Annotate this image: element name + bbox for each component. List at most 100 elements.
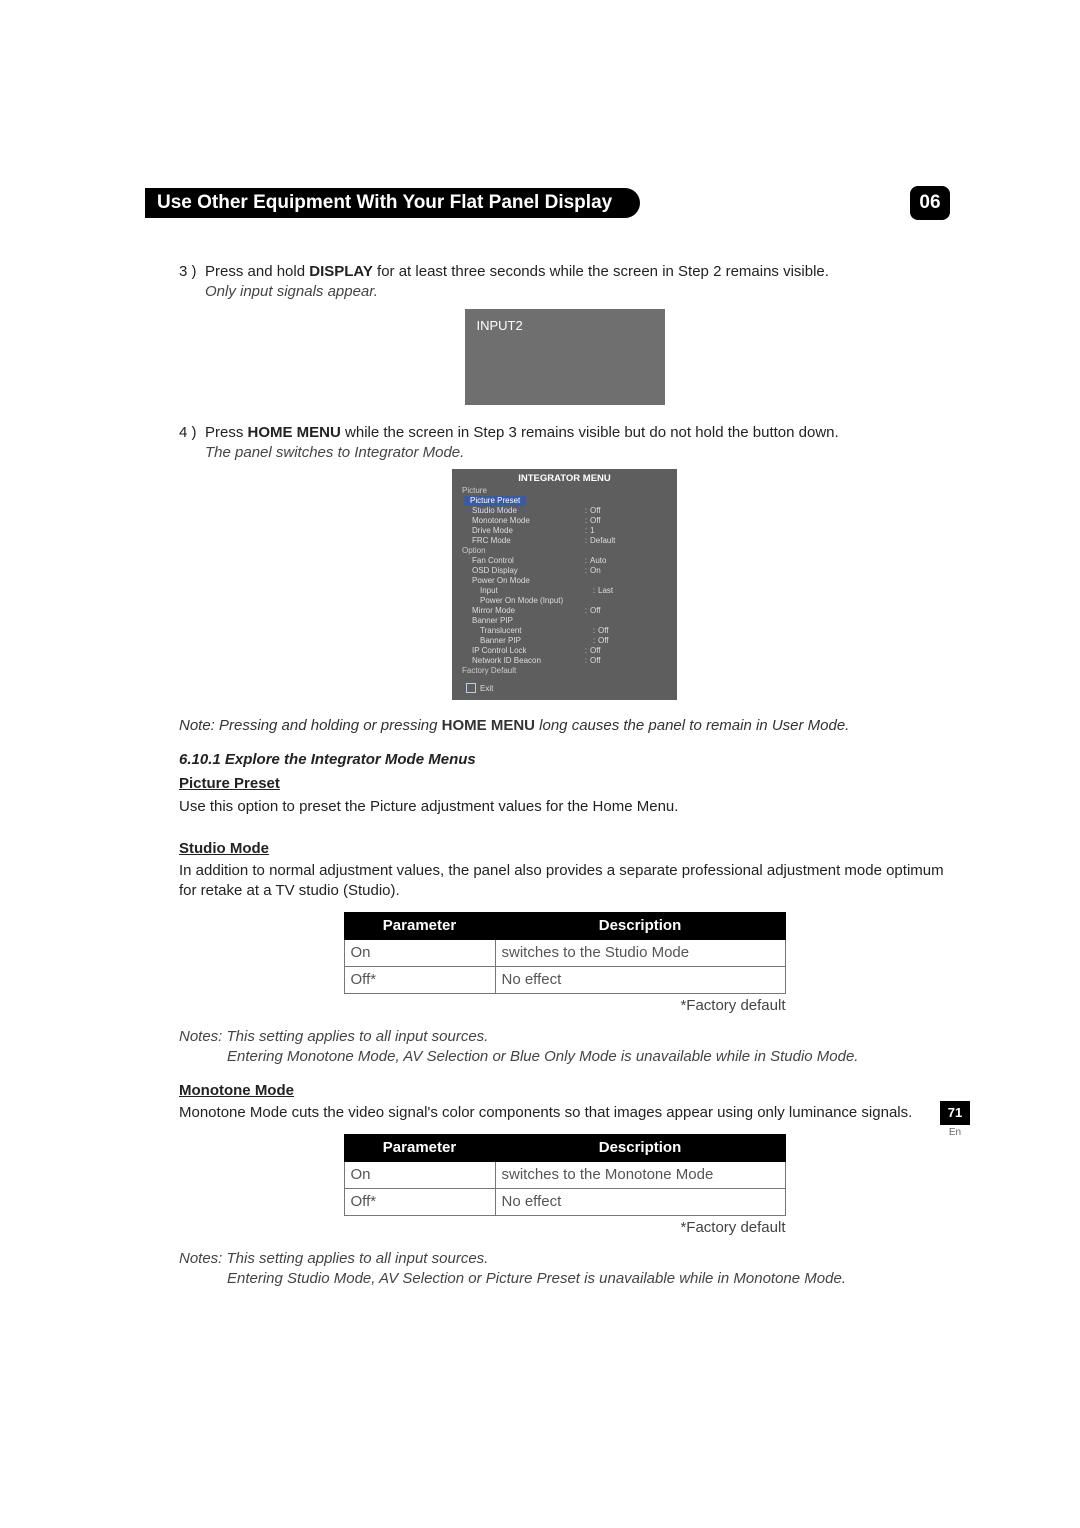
cell-description: No effect [495, 1189, 785, 1216]
section-heading: 6.10.1 Explore the Integrator Mode Menus [179, 750, 950, 770]
menu-row-key: Drive Mode [472, 526, 582, 536]
factory-default-note: *Factory default [344, 996, 786, 1016]
cell-parameter: Off* [344, 1189, 495, 1216]
chapter-header: Use Other Equipment With Your Flat Panel… [145, 188, 950, 218]
cell-description: switches to the Monotone Mode [495, 1161, 785, 1188]
menu-row-colon [582, 576, 590, 586]
menu-row-value: Last [598, 586, 677, 596]
step-text-post: while the screen in Step 3 remains visib… [341, 424, 839, 441]
table-row: Off*No effect [344, 967, 785, 994]
menu-row-value: Off [590, 656, 677, 666]
menu-row-colon: : [590, 626, 598, 636]
col-parameter: Parameter [344, 1134, 495, 1161]
integrator-note: Note: Pressing and holding or pressing H… [179, 716, 950, 736]
menu-row-key: Translucent [480, 626, 590, 636]
page-number: 71 [940, 1101, 970, 1125]
menu-highlight: Picture Preset [464, 496, 526, 506]
menu-row-key: Banner PIP [472, 616, 582, 626]
menu-row: Mirror Mode:Off [452, 606, 677, 616]
menu-group-option: Option [452, 546, 677, 556]
menu-row-value: Off [590, 516, 677, 526]
step-3-italic: Only input signals appear. [205, 282, 950, 302]
menu-row-value [590, 576, 677, 586]
menu-row-value: Off [598, 636, 677, 646]
menu-group-picture: Picture [452, 486, 677, 496]
menu-row-key: Power On Mode (Input) [480, 596, 590, 606]
menu-row-key: Power On Mode [472, 576, 582, 586]
home-menu-key: HOME MENU [248, 424, 341, 441]
step-3: 3 )Press and hold DISPLAY for at least t… [179, 262, 950, 303]
notes-line-2: Entering Monotone Mode, AV Selection or … [227, 1047, 950, 1067]
menu-row-value: 1 [590, 526, 677, 536]
step-number: 4 ) [179, 423, 205, 443]
menu-row-colon [582, 616, 590, 626]
menu-exit: Exit [452, 676, 677, 694]
studio-mode-notes: Notes: This setting applies to all input… [179, 1027, 950, 1068]
menu-row-colon: : [582, 536, 590, 546]
menu-row-colon: : [582, 646, 590, 656]
step-text-pre: Press and hold [205, 263, 309, 280]
col-description: Description [495, 912, 785, 939]
osd-input-label: INPUT2 [477, 318, 523, 333]
col-description: Description [495, 1134, 785, 1161]
chapter-number-badge: 06 [910, 186, 950, 220]
table-row: Onswitches to the Studio Mode [344, 939, 785, 966]
menu-row-value: Off [598, 626, 677, 636]
menu-row-key: Network ID Beacon [472, 656, 582, 666]
step-4: 4 )Press HOME MENU while the screen in S… [179, 423, 950, 464]
menu-row-value: Off [590, 646, 677, 656]
integrator-menu-title: INTEGRATOR MENU [452, 469, 677, 486]
studio-mode-title: Studio Mode [179, 839, 950, 859]
notes-line-2: Entering Studio Mode, AV Selection or Pi… [227, 1269, 950, 1289]
menu-row-key: Monotone Mode [472, 516, 582, 526]
exit-icon [466, 683, 476, 693]
table-row: Onswitches to the Monotone Mode [344, 1161, 785, 1188]
menu-row-key: Banner PIP [480, 636, 590, 646]
note-pre: Note: Pressing and holding or pressing [179, 717, 442, 734]
picture-preset-body: Use this option to preset the Picture ad… [179, 797, 950, 817]
step-text-post: for at least three seconds while the scr… [373, 263, 829, 280]
menu-row: Network ID Beacon:Off [452, 656, 677, 666]
exit-label: Exit [480, 684, 493, 693]
monotone-mode-body: Monotone Mode cuts the video signal's co… [179, 1103, 950, 1123]
monotone-mode-table: Parameter Description Onswitches to the … [344, 1134, 786, 1217]
menu-row-value: Off [590, 506, 677, 516]
menu-row: FRC Mode:Default [452, 536, 677, 546]
menu-row-value: On [590, 566, 677, 576]
cell-parameter: On [344, 1161, 495, 1188]
menu-row-value [590, 616, 677, 626]
menu-row: Power On Mode [452, 576, 677, 586]
menu-row: IP Control Lock:Off [452, 646, 677, 656]
menu-row-key: Input [480, 586, 590, 596]
notes-line-1: Notes: This setting applies to all input… [179, 1027, 950, 1047]
cell-description: switches to the Studio Mode [495, 939, 785, 966]
step-text-pre: Press [205, 424, 248, 441]
menu-row-colon: : [582, 556, 590, 566]
menu-row-value: Off [590, 606, 677, 616]
option-rows: Fan Control:AutoOSD Display:OnPower On M… [452, 556, 677, 666]
cell-parameter: Off* [344, 967, 495, 994]
menu-row: OSD Display:On [452, 566, 677, 576]
menu-row: Studio Mode:Off [452, 506, 677, 516]
menu-row-key: FRC Mode [472, 536, 582, 546]
menu-row: Input:Last [452, 586, 677, 596]
menu-row-key: OSD Display [472, 566, 582, 576]
studio-mode-table: Parameter Description Onswitches to the … [344, 912, 786, 995]
menu-row-key: Mirror Mode [472, 606, 582, 616]
menu-row: Monotone Mode:Off [452, 516, 677, 526]
display-key: DISPLAY [309, 263, 373, 280]
table-row: Off*No effect [344, 1189, 785, 1216]
menu-row-colon: : [582, 656, 590, 666]
osd-input-box: INPUT2 [465, 309, 665, 405]
menu-row-colon: : [582, 516, 590, 526]
menu-row: Fan Control:Auto [452, 556, 677, 566]
picture-preset-title: Picture Preset [179, 774, 950, 794]
page-language: En [940, 1127, 970, 1138]
step-number: 3 ) [179, 262, 205, 282]
page-title: Use Other Equipment With Your Flat Panel… [145, 188, 640, 218]
step-4-italic: The panel switches to Integrator Mode. [205, 443, 950, 463]
cell-description: No effect [495, 967, 785, 994]
menu-row: Translucent:Off [452, 626, 677, 636]
cell-parameter: On [344, 939, 495, 966]
menu-row-key: Fan Control [472, 556, 582, 566]
